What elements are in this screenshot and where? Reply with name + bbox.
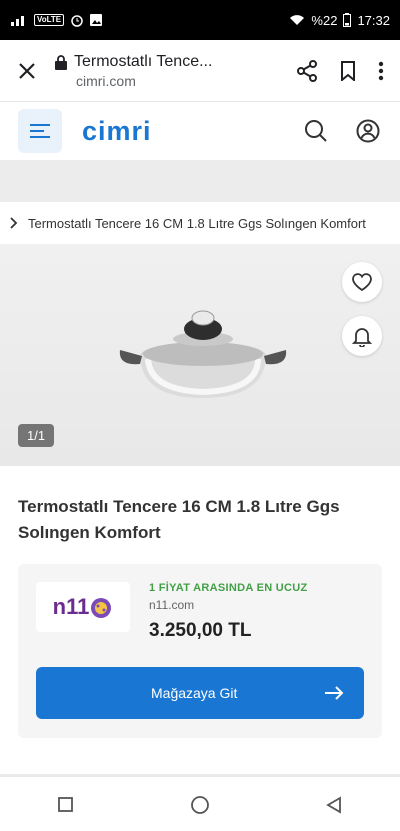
go-to-store-button[interactable]: Mağazaya Git xyxy=(36,667,364,719)
user-icon[interactable] xyxy=(356,119,380,143)
volte-label: VoLTE xyxy=(34,14,65,26)
share-icon[interactable] xyxy=(296,59,318,82)
chevron-right-icon xyxy=(10,217,18,229)
menu-button[interactable] xyxy=(18,109,62,153)
shop-logo-text: n11 xyxy=(52,594,90,619)
lock-icon xyxy=(55,54,67,70)
banner-placeholder xyxy=(0,160,400,202)
battery-icon xyxy=(343,13,352,27)
system-nav-bar xyxy=(0,778,400,831)
ladybug-icon xyxy=(91,598,112,618)
signal-icon xyxy=(11,16,24,26)
divider xyxy=(0,774,400,777)
search-icon[interactable] xyxy=(304,119,328,143)
bookmark-icon[interactable] xyxy=(340,60,356,81)
nav-back-icon[interactable] xyxy=(326,795,342,814)
arrow-right-icon xyxy=(325,686,344,700)
page-url: cimri.com xyxy=(76,72,136,89)
product-image xyxy=(119,310,287,398)
close-button[interactable] xyxy=(0,62,54,80)
battery-percent: %22 xyxy=(311,12,338,28)
product-gallery[interactable]: 1/1 xyxy=(0,244,400,466)
nav-circle-icon[interactable] xyxy=(190,795,210,815)
browser-toolbar: Termostatlı Tence... cimri.com xyxy=(0,40,400,102)
close-icon xyxy=(19,62,35,79)
breadcrumb[interactable]: Termostatlı Tencere 16 CM 1.8 Lıtre Ggs … xyxy=(0,202,400,244)
wifi-icon xyxy=(290,15,305,25)
alarm-icon xyxy=(71,15,83,27)
shop-logo[interactable]: n11 xyxy=(36,582,130,632)
nav-square-icon[interactable] xyxy=(58,796,74,813)
url-box[interactable]: Termostatlı Tence... cimri.com xyxy=(54,53,296,89)
status-bar: VoLTE %22 17:32 xyxy=(0,0,400,40)
menu-icon xyxy=(30,124,50,138)
clock: 17:32 xyxy=(357,12,390,28)
favorite-button[interactable] xyxy=(342,262,382,302)
site-header: cimri xyxy=(0,102,400,160)
site-logo[interactable]: cimri xyxy=(82,116,152,147)
product-title: Termostatlı Tencere 16 CM 1.8 Lıtre Ggs … xyxy=(18,497,340,542)
offer-price: 3.250,00 TL xyxy=(149,620,252,641)
offer-card: n11 1 FİYAT ARASINDA EN UCUZ n11.com 3.2… xyxy=(18,564,382,738)
bell-icon xyxy=(352,328,372,347)
go-to-store-label: Mağazaya Git xyxy=(151,685,238,701)
page-title: Termostatlı Tence... xyxy=(74,52,213,70)
image-counter: 1/1 xyxy=(18,424,55,447)
image-icon xyxy=(90,14,103,26)
cheapest-badge: 1 FİYAT ARASINDA EN UCUZ xyxy=(149,582,308,594)
price-alert-button[interactable] xyxy=(342,316,382,356)
breadcrumb-text[interactable]: Termostatlı Tencere 16 CM 1.8 Lıtre Ggs … xyxy=(28,216,366,231)
shop-name: n11.com xyxy=(149,598,195,612)
heart-icon xyxy=(352,273,372,292)
more-icon[interactable] xyxy=(378,61,384,81)
